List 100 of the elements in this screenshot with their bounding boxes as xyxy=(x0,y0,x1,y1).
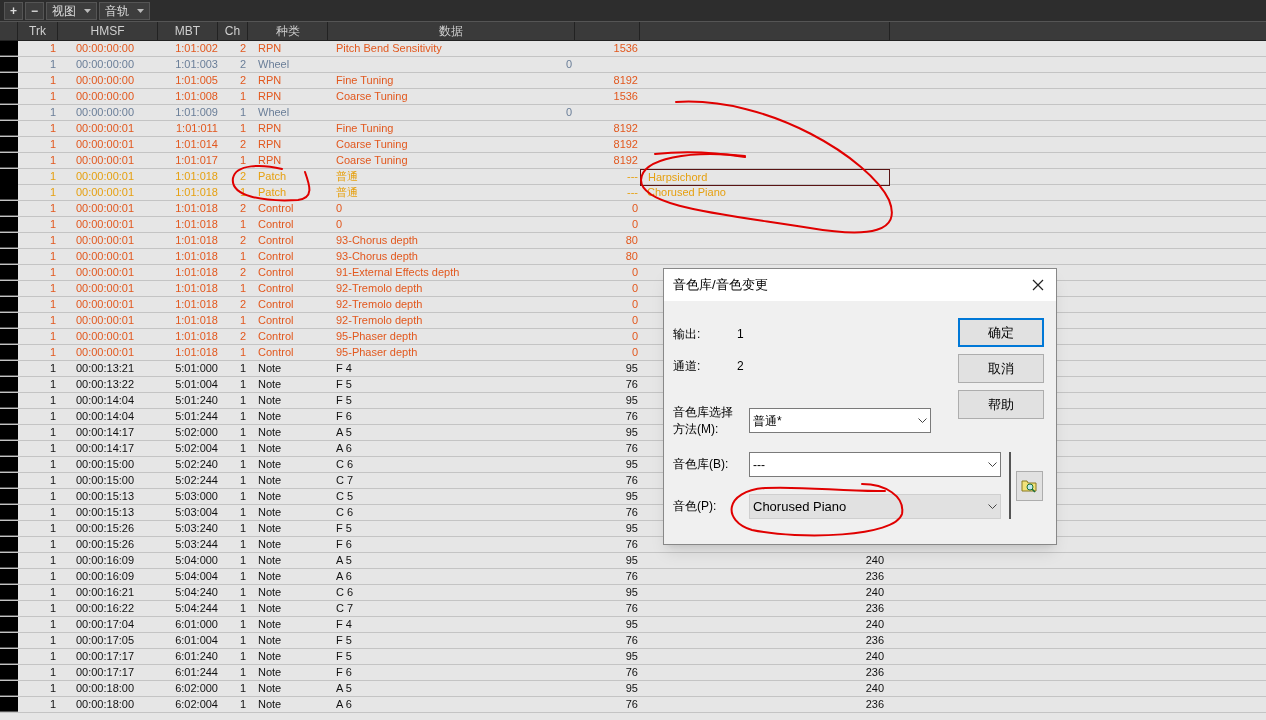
table-cell: 76 xyxy=(625,697,638,712)
toolbar-button[interactable]: + xyxy=(4,1,23,20)
row-header[interactable] xyxy=(0,473,18,488)
row-header[interactable] xyxy=(0,505,18,520)
row-header[interactable] xyxy=(0,393,18,408)
row-header[interactable] xyxy=(0,329,18,344)
table-row[interactable]: 1 00:00:17:17 6:01:240 1 Note F 5 95 240 xyxy=(0,649,1266,665)
row-header[interactable] xyxy=(0,665,18,680)
row-header[interactable] xyxy=(0,121,18,136)
dropdown-button[interactable]: 音轨 xyxy=(99,1,151,20)
table-cell: 00:00:00:01 xyxy=(75,233,135,248)
table-cell: 95-Phaser depth xyxy=(336,329,418,344)
table-cell: F 5 xyxy=(336,633,352,648)
row-header[interactable] xyxy=(0,105,18,120)
row-header[interactable] xyxy=(0,377,18,392)
table-cell: 95 xyxy=(625,649,638,664)
row-header[interactable] xyxy=(0,345,18,360)
row-header[interactable] xyxy=(0,361,18,376)
toolbar-button[interactable]: − xyxy=(25,1,45,20)
row-header[interactable] xyxy=(0,457,18,472)
table-cell: Control xyxy=(258,329,294,344)
table-cell: 00:00:00:01 xyxy=(75,153,135,168)
row-header[interactable] xyxy=(0,185,18,200)
table-cell: 1:01:008 xyxy=(175,89,218,104)
table-row[interactable]: 1 00:00:16:22 5:04:244 1 Note C 7 76 236 xyxy=(0,601,1266,617)
dialog-button[interactable]: 帮助 xyxy=(958,390,1044,419)
table-cell: 5:01:004 xyxy=(175,377,218,392)
table-cell: 00:00:17:17 xyxy=(75,649,135,664)
table-cell: 00:00:14:04 xyxy=(75,409,135,424)
dialog-button[interactable]: 确定 xyxy=(958,318,1044,347)
row-header[interactable] xyxy=(0,633,18,648)
row-header[interactable] xyxy=(0,265,18,280)
table-cell: 1 xyxy=(49,361,56,376)
table-cell: Control xyxy=(258,297,294,312)
row-header[interactable] xyxy=(0,441,18,456)
row-header[interactable] xyxy=(0,553,18,568)
table-cell: 95-Phaser depth xyxy=(336,345,418,360)
table-row[interactable]: 1 00:00:00:00 1:01:009 1 Wheel 0 xyxy=(0,105,1266,121)
row-header[interactable] xyxy=(0,489,18,504)
row-header[interactable] xyxy=(0,89,18,104)
row-header[interactable] xyxy=(0,601,18,616)
row-header[interactable] xyxy=(0,41,18,56)
dropdown-field[interactable]: --- xyxy=(749,452,1001,477)
table-cell: 0 xyxy=(631,265,638,280)
row-header[interactable] xyxy=(0,409,18,424)
row-header[interactable] xyxy=(0,201,18,216)
table-row[interactable]: 1 00:00:17:17 6:01:244 1 Note F 6 76 236 xyxy=(0,665,1266,681)
table-cell: Note xyxy=(258,393,282,408)
row-header[interactable] xyxy=(0,649,18,664)
row-header[interactable] xyxy=(0,297,18,312)
table-cell: 1 xyxy=(49,233,56,248)
table-row[interactable]: 1 00:00:16:09 5:04:004 1 Note A 6 76 236 xyxy=(0,569,1266,585)
dropdown-button[interactable]: 视图 xyxy=(46,1,98,20)
table-cell: 1 xyxy=(49,633,56,648)
row-header[interactable] xyxy=(0,697,18,712)
table-cell: A 6 xyxy=(336,441,352,456)
table-cell: 0 xyxy=(565,105,572,120)
table-row[interactable]: 1 00:00:16:21 5:04:240 1 Note C 6 95 240 xyxy=(0,585,1266,601)
table-row[interactable]: 1 00:00:17:04 6:01:000 1 Note F 4 95 240 xyxy=(0,617,1266,633)
row-header[interactable] xyxy=(0,617,18,632)
row-header[interactable] xyxy=(0,681,18,696)
table-cell: F 5 xyxy=(336,393,352,408)
table-cell: Wheel xyxy=(258,57,290,72)
table-cell: 00:00:15:13 xyxy=(75,505,135,520)
row-header[interactable] xyxy=(0,585,18,600)
row-header[interactable] xyxy=(0,425,18,440)
row-header[interactable] xyxy=(0,537,18,552)
table-row[interactable]: 1 00:00:16:09 5:04:000 1 Note A 5 95 240 xyxy=(0,553,1266,569)
table-cell: 0 xyxy=(336,217,343,232)
browse-button[interactable] xyxy=(1016,470,1043,501)
table-cell: 1536 xyxy=(613,89,638,104)
table-cell: A 6 xyxy=(336,697,352,712)
table-cell-text: Chorused Piano xyxy=(646,185,727,200)
table-cell: 6:01:000 xyxy=(175,617,218,632)
row-header[interactable] xyxy=(0,137,18,152)
row-header[interactable] xyxy=(0,217,18,232)
table-cell: 5:01:240 xyxy=(175,393,218,408)
chevron-down-icon xyxy=(988,504,997,509)
table-row[interactable]: 1 00:00:18:00 6:02:000 1 Note A 5 95 240 xyxy=(0,681,1266,697)
table-row[interactable]: 1 00:00:17:05 6:01:004 1 Note F 5 76 236 xyxy=(0,633,1266,649)
row-header[interactable] xyxy=(0,313,18,328)
table-cell: 1:01:011 xyxy=(176,121,218,136)
row-header[interactable] xyxy=(0,153,18,168)
row-header[interactable] xyxy=(0,281,18,296)
table-cell: 1 xyxy=(49,73,56,88)
row-header[interactable] xyxy=(0,57,18,72)
table-cell: 1 xyxy=(239,617,246,632)
dropdown-field[interactable]: Chorused Piano xyxy=(749,494,1001,519)
table-cell: 00:00:00:01 xyxy=(75,249,135,264)
row-header[interactable] xyxy=(0,569,18,584)
row-header[interactable] xyxy=(0,249,18,264)
table-row[interactable]: 1 00:00:00:00 1:01:003 2 Wheel 0 xyxy=(0,57,1266,73)
table-cell: 95 xyxy=(625,521,638,536)
table-row[interactable]: 1 00:00:18:00 6:02:004 1 Note A 6 76 236 xyxy=(0,697,1266,713)
dropdown-field[interactable]: 普通* xyxy=(749,408,931,433)
row-header[interactable] xyxy=(0,233,18,248)
table-cell: 1 xyxy=(239,425,246,440)
dialog-button[interactable]: 取消 xyxy=(958,354,1044,383)
row-header[interactable] xyxy=(0,521,18,536)
row-header[interactable] xyxy=(0,73,18,88)
